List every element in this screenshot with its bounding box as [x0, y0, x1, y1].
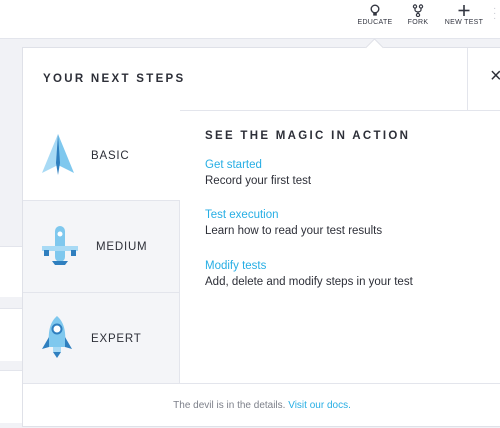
plus-icon — [458, 5, 470, 16]
modify-tests-link[interactable]: Modify tests — [205, 260, 413, 272]
get-started-link[interactable]: Get started — [205, 159, 311, 171]
background-row — [0, 308, 22, 361]
educate-button[interactable]: EDUCATE — [357, 4, 393, 34]
close-button[interactable]: × — [467, 48, 500, 110]
fork-icon — [412, 4, 424, 17]
test-execution-link[interactable]: Test execution — [205, 209, 382, 221]
level-label-medium: MEDIUM — [96, 241, 148, 253]
content-title: SEE THE MAGIC IN ACTION — [205, 130, 411, 142]
background-row — [0, 370, 22, 423]
top-app-bar: EDUCATE FORK NEW TEST · · · — [0, 0, 500, 39]
fork-label: FORK — [407, 19, 429, 26]
footer-text: The devil is in the details. — [173, 400, 286, 411]
paper-plane-icon — [42, 134, 74, 175]
level-tab-expert[interactable]: EXPERT — [23, 292, 180, 384]
level-tab-basic[interactable]: BASIC — [23, 110, 180, 200]
airplane-icon — [42, 226, 78, 265]
next-steps-panel: YOUR NEXT STEPS × BASIC MEDIUM EXPERT SE… — [22, 47, 500, 427]
panel-header: YOUR NEXT STEPS × — [23, 48, 500, 111]
new-test-button[interactable]: NEW TEST — [442, 4, 486, 34]
close-icon: × — [490, 65, 500, 87]
level-tab-medium[interactable]: MEDIUM — [23, 200, 180, 292]
background-row — [0, 246, 22, 297]
visit-docs-link[interactable]: Visit our docs. — [288, 400, 351, 411]
educate-label: EDUCATE — [357, 19, 393, 26]
more-options-icon[interactable]: · · · — [493, 4, 496, 24]
step-description: Learn how to read your test results — [205, 225, 383, 237]
step-description: Record your first test — [205, 175, 312, 187]
panel-title: YOUR NEXT STEPS — [43, 73, 186, 85]
lightbulb-icon — [370, 4, 380, 16]
level-label-expert: EXPERT — [91, 333, 142, 345]
rocket-icon — [42, 316, 72, 358]
step-item: Modify tests Add, delete and modify step… — [205, 260, 413, 288]
panel-footer: The devil is in the details. Visit our d… — [23, 383, 500, 428]
fork-button[interactable]: FORK — [404, 4, 432, 34]
new-test-label: NEW TEST — [444, 19, 484, 26]
level-tabs: BASIC MEDIUM EXPERT — [23, 110, 180, 384]
step-description: Add, delete and modify steps in your tes… — [205, 276, 413, 288]
level-label-basic: BASIC — [91, 150, 130, 162]
step-item: Test execution Learn how to read your te… — [205, 209, 382, 237]
step-item: Get started Record your first test — [205, 159, 311, 187]
